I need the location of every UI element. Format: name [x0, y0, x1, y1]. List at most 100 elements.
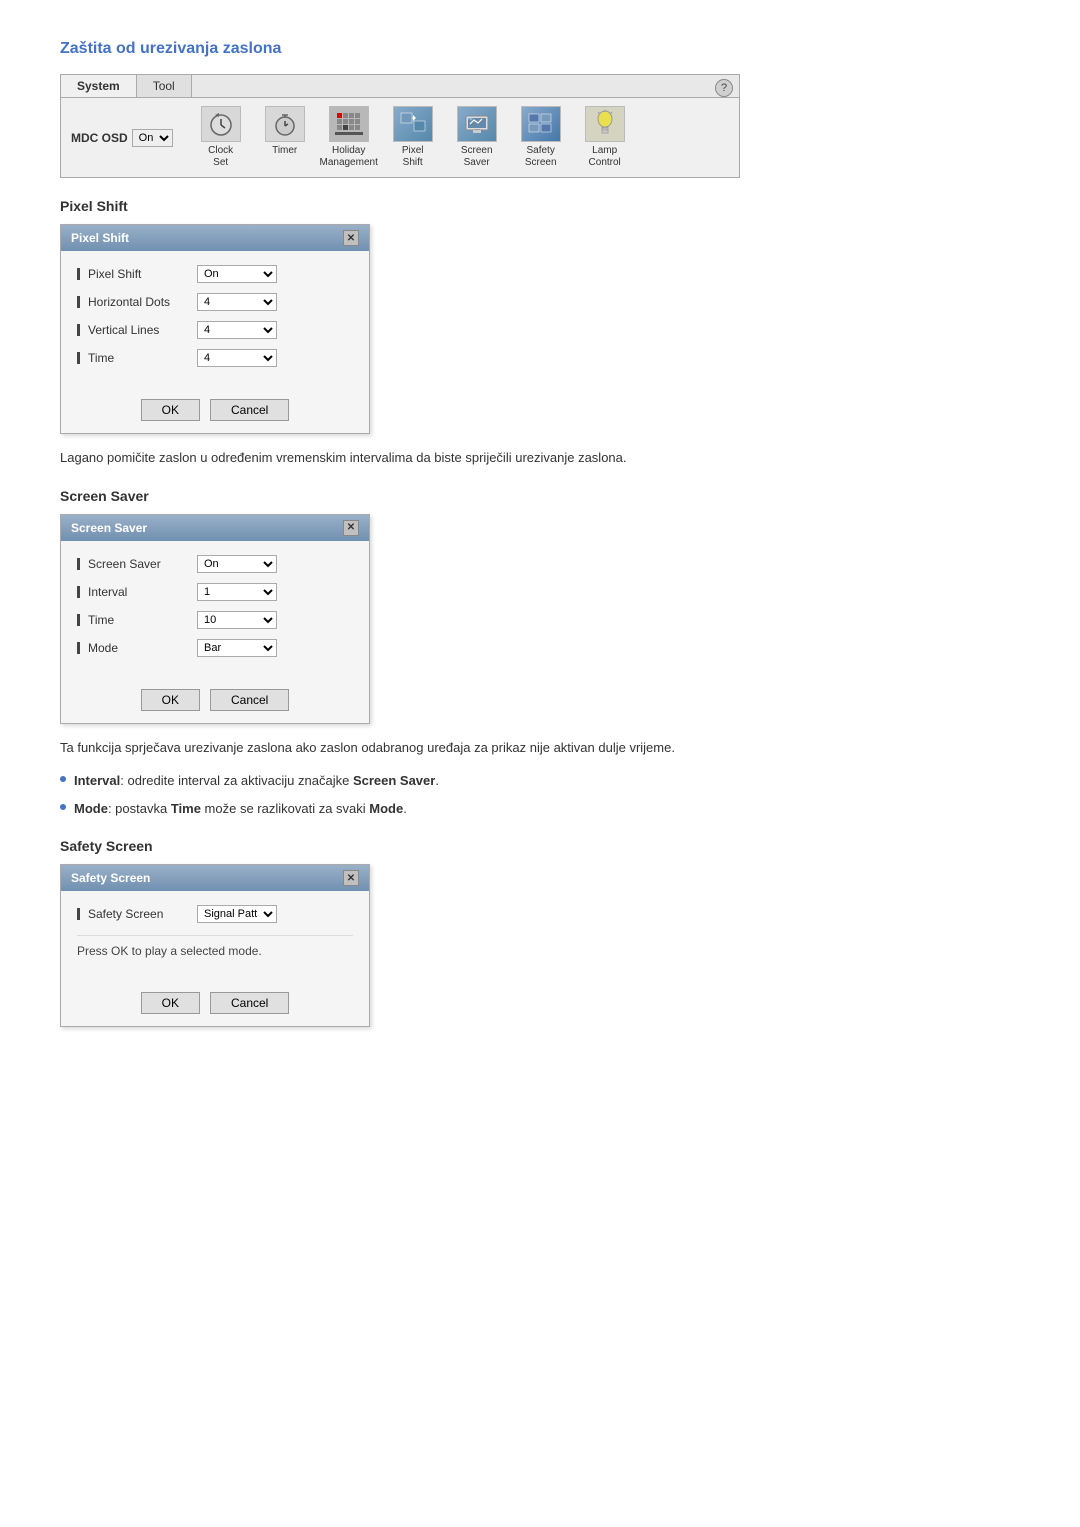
screen-saver-label: ScreenSaver	[461, 145, 493, 169]
safety-screen-note: Press OK to play a selected mode.	[77, 935, 353, 962]
indicator	[77, 586, 80, 598]
safety-screen-row-1: Safety Screen Signal Patt...ScrollFade	[77, 905, 353, 923]
pixel-shift-row-1: Pixel Shift OnOff	[77, 265, 353, 283]
pixel-shift-row-4: Time 4123	[77, 349, 353, 367]
safety-screen-title: Safety Screen	[71, 871, 150, 885]
mdc-osd-label: MDC OSD	[71, 131, 128, 145]
toolbar-panel: System Tool ? MDC OSD On Off	[60, 74, 740, 178]
interval-bold: Interval	[74, 773, 120, 788]
screen-saver-row-2: Interval 123	[77, 583, 353, 601]
pixel-shift-cancel-button[interactable]: Cancel	[210, 399, 289, 421]
indicator	[77, 352, 80, 364]
time-label-saver: Time	[77, 613, 197, 627]
bullet-interval-text: Interval: odredite interval za aktivacij…	[74, 771, 439, 791]
screen-saver-header: Screen Saver	[60, 488, 1020, 504]
time-label-pixel: Time	[77, 351, 197, 365]
indicator	[77, 908, 80, 920]
pixel-shift-value-select[interactable]: OnOff	[197, 265, 277, 283]
toolbar-item-lamp-control[interactable]: LampControl	[577, 106, 633, 169]
screen-saver-icon	[457, 106, 497, 142]
toolbar-item-pixel-shift[interactable]: PixelShift	[385, 106, 441, 169]
indicator	[77, 324, 80, 336]
toolbar-item-holiday-management[interactable]: HolidayManagement	[321, 106, 377, 169]
holiday-management-label: HolidayManagement	[319, 145, 377, 169]
safety-screen-dialog: Safety Screen ✕ Safety Screen Signal Pat…	[60, 864, 370, 1027]
help-button[interactable]: ?	[715, 79, 733, 97]
toolbar-item-safety-screen[interactable]: SafetyScreen	[513, 106, 569, 169]
vertical-lines-select[interactable]: 4123	[197, 321, 277, 339]
toolbar-item-screen-saver[interactable]: ScreenSaver	[449, 106, 505, 169]
timer-icon	[265, 106, 305, 142]
indicator	[77, 558, 80, 570]
mdc-osd-select[interactable]: On Off	[132, 129, 173, 147]
safety-screen-close-button[interactable]: ✕	[343, 870, 359, 886]
clock-set-label: ClockSet	[208, 145, 233, 169]
safety-screen-footer: OK Cancel	[61, 984, 369, 1026]
time-select-pixel[interactable]: 4123	[197, 349, 277, 367]
screen-saver-description: Ta funkcija sprječava urezivanje zaslona…	[60, 738, 780, 758]
safety-screen-icon	[521, 106, 561, 142]
mode-bold-2: Mode	[369, 801, 403, 816]
pixel-shift-footer: OK Cancel	[61, 391, 369, 433]
screen-saver-footer: OK Cancel	[61, 681, 369, 723]
tab-tool[interactable]: Tool	[137, 75, 192, 97]
screen-saver-bullet-list: Interval: odredite interval za aktivacij…	[60, 771, 780, 818]
screen-saver-ok-button[interactable]: OK	[141, 689, 200, 711]
pixel-shift-titlebar: Pixel Shift ✕	[61, 225, 369, 251]
bullet-dot	[60, 776, 66, 782]
safety-screen-label: SafetyScreen	[525, 145, 557, 169]
interval-label: Interval	[77, 585, 197, 599]
mode-select[interactable]: BarFadeScroll	[197, 639, 277, 657]
time-select-saver[interactable]: 1051520	[197, 611, 277, 629]
screen-saver-field-label: Screen Saver	[77, 557, 197, 571]
screen-saver-cancel-button[interactable]: Cancel	[210, 689, 289, 711]
bullet-item-mode: Mode: postavka Time može se razlikovati …	[60, 799, 780, 819]
horizontal-dots-select[interactable]: 4123	[197, 293, 277, 311]
time-bold: Time	[171, 801, 201, 816]
timer-label: Timer	[272, 145, 297, 157]
screen-saver-row-4: Mode BarFadeScroll	[77, 639, 353, 657]
interval-select[interactable]: 123	[197, 583, 277, 601]
safety-screen-ok-button[interactable]: OK	[141, 992, 200, 1014]
indicator	[77, 642, 80, 654]
safety-screen-header: Safety Screen	[60, 838, 1020, 854]
pixel-shift-dialog: Pixel Shift ✕ Pixel Shift OnOff Horizont…	[60, 224, 370, 434]
pixel-shift-row-2: Horizontal Dots 4123	[77, 293, 353, 311]
screen-saver-dialog: Screen Saver ✕ Screen Saver OnOff Interv…	[60, 514, 370, 724]
safety-screen-field-label: Safety Screen	[77, 907, 197, 921]
screen-saver-title: Screen Saver	[71, 521, 147, 535]
pixel-shift-header: Pixel Shift	[60, 198, 1020, 214]
safety-screen-cancel-button[interactable]: Cancel	[210, 992, 289, 1014]
screen-saver-close-button[interactable]: ✕	[343, 520, 359, 536]
safety-screen-body: Safety Screen Signal Patt...ScrollFade P…	[61, 891, 369, 984]
pixel-shift-ok-button[interactable]: OK	[141, 399, 200, 421]
bullet-mode-text: Mode: postavka Time može se razlikovati …	[74, 799, 407, 819]
indicator	[77, 296, 80, 308]
pixel-shift-description: Lagano pomičite zaslon u određenim vreme…	[60, 448, 780, 468]
mdc-osd-control: MDC OSD On Off	[71, 129, 173, 147]
bullet-item-interval: Interval: odredite interval za aktivacij…	[60, 771, 780, 791]
lamp-control-icon	[585, 106, 625, 142]
bullet-dot	[60, 804, 66, 810]
screen-saver-row-3: Time 1051520	[77, 611, 353, 629]
toolbar-items: ClockSet Timer	[193, 106, 633, 169]
screen-saver-bold: Screen Saver	[353, 773, 435, 788]
tab-system[interactable]: System	[61, 75, 137, 97]
indicator	[77, 614, 80, 626]
toolbar-tabs: System Tool ?	[61, 75, 739, 98]
toolbar-item-timer[interactable]: Timer	[257, 106, 313, 169]
mode-bold: Mode	[74, 801, 108, 816]
screen-saver-body: Screen Saver OnOff Interval 123 Time 105…	[61, 541, 369, 681]
safety-screen-value-select[interactable]: Signal Patt...ScrollFade	[197, 905, 277, 923]
pixel-shift-label: PixelShift	[402, 145, 424, 169]
safety-screen-titlebar: Safety Screen ✕	[61, 865, 369, 891]
pixel-shift-title: Pixel Shift	[71, 231, 129, 245]
pixel-shift-icon	[393, 106, 433, 142]
pixel-shift-field-label: Pixel Shift	[77, 267, 197, 281]
lamp-control-label: LampControl	[589, 145, 621, 169]
toolbar-item-clock-set[interactable]: ClockSet	[193, 106, 249, 169]
pixel-shift-body: Pixel Shift OnOff Horizontal Dots 4123 V…	[61, 251, 369, 391]
screen-saver-value-select[interactable]: OnOff	[197, 555, 277, 573]
horizontal-dots-label: Horizontal Dots	[77, 295, 197, 309]
pixel-shift-close-button[interactable]: ✕	[343, 230, 359, 246]
